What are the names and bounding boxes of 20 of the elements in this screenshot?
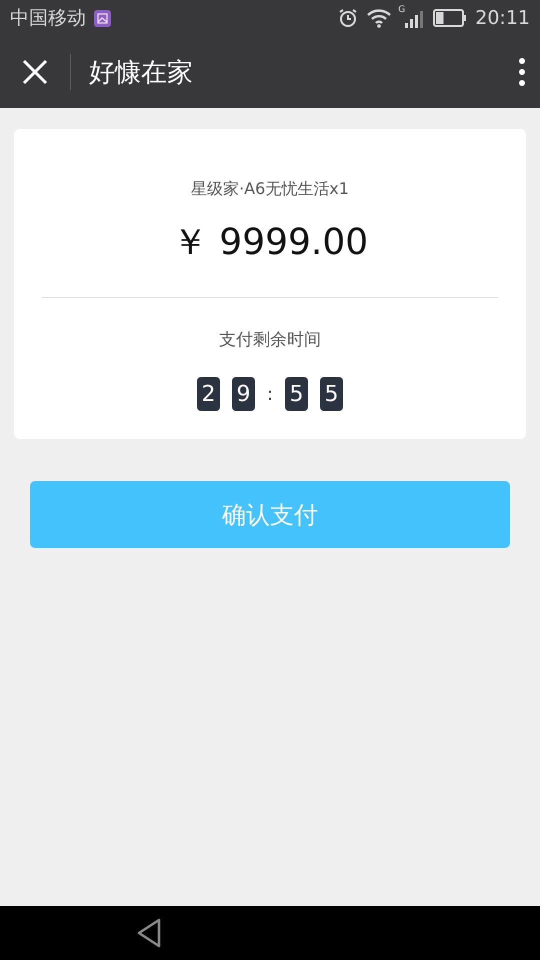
- clock-time: 20:11: [475, 7, 530, 29]
- page-title: 好慷在家: [89, 56, 193, 90]
- back-button[interactable]: [136, 918, 162, 948]
- countdown-colon: :: [266, 384, 274, 404]
- network-type: G: [398, 5, 406, 15]
- countdown-digit: 2: [196, 377, 220, 411]
- close-button[interactable]: [22, 59, 48, 85]
- price-amount: ￥ 9999.00: [172, 221, 368, 265]
- wifi-icon: [366, 8, 392, 28]
- product-name: 星级家·A6无忧生活x1: [191, 179, 349, 200]
- countdown-digit: 9: [232, 377, 255, 411]
- alarm-icon: [338, 8, 358, 28]
- confirm-payment-button[interactable]: 确认支付: [30, 481, 510, 548]
- countdown-label: 支付剩余时间: [219, 329, 321, 351]
- countdown-digit: 5: [285, 377, 308, 411]
- countdown-digit: 5: [320, 377, 344, 411]
- gallery-icon: [94, 10, 111, 26]
- menu-button[interactable]: [518, 57, 526, 87]
- carrier-name: 中国移动: [10, 6, 86, 31]
- battery-icon: [433, 9, 468, 27]
